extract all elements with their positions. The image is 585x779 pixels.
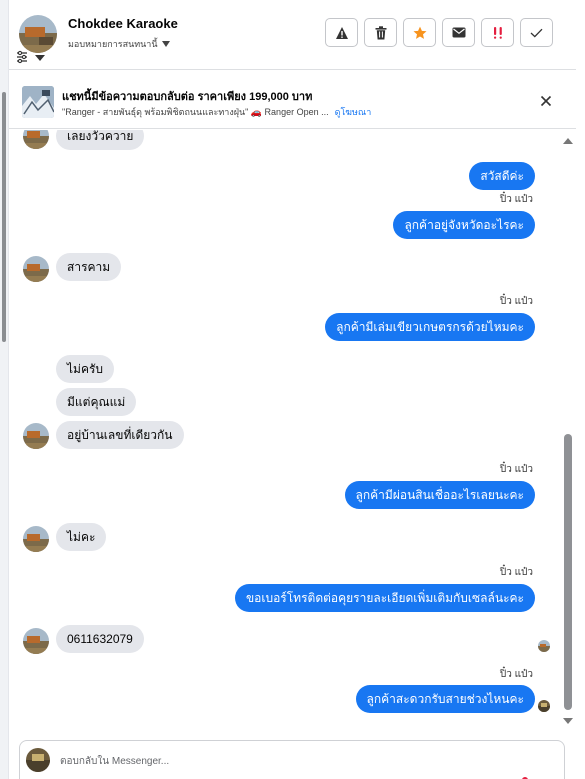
contact-avatar-small (23, 423, 49, 449)
mark-done-button[interactable] (520, 18, 553, 47)
contact-avatar-photo (19, 15, 57, 53)
contact-name: Chokdee Karaoke (68, 16, 178, 31)
conversation-header: Chokdee Karaoke มอบหมายการสนทนานี้ (9, 0, 576, 70)
report-spam-button[interactable] (325, 18, 358, 47)
contact-avatar-small (23, 256, 49, 282)
check-icon (530, 28, 543, 38)
incoming-message: อยู่บ้านเลขที่เดียวกัน (56, 421, 184, 449)
sender-name: ปิ๋ว แป๋ว (499, 296, 533, 307)
reply-input-placeholder[interactable]: ตอบกลับใน Messenger... (60, 754, 169, 769)
outgoing-message: ลูกค้าอยู่จังหวัดอะไรคะ (393, 211, 535, 239)
seen-indicator-avatar (538, 640, 550, 652)
trash-icon (375, 25, 386, 39)
incoming-message: สารคาม (56, 253, 122, 281)
ad-referral-banner: แชทนี้มีข้อความตอบกลับต่อ ราคาเพียง 199,… (9, 71, 576, 129)
ad-subtitle: "Ranger - สายพันธุ์ดุ พร้อมพิชิตถนนและทา… (62, 105, 371, 119)
outgoing-message: ลูกค้าสะดวกรับสายช่วงไหนคะ (355, 685, 535, 713)
left-scrollbar-thumb[interactable] (2, 92, 6, 342)
seen-indicator-avatar (538, 700, 550, 712)
mail-icon (452, 27, 465, 38)
contact-avatar-small (23, 628, 49, 654)
assign-label: มอบหมายการสนทนานี้ (68, 39, 158, 49)
mark-unread-button[interactable] (442, 18, 475, 47)
sender-name: ปิ๋ว แป๋ว (499, 567, 533, 578)
incoming-message: เลยงวัวควาย (56, 130, 145, 150)
warning-icon (335, 26, 348, 39)
alert-double-icon (493, 26, 502, 39)
mark-priority-button[interactable] (481, 18, 514, 47)
thread-scrollbar[interactable] (561, 130, 575, 730)
header-actions (325, 18, 553, 47)
outgoing-message: ขอเบอร์โทรติดต่อคุยรายละเอียดเพิ่มเติมกั… (234, 584, 535, 612)
page-avatar (26, 748, 50, 772)
message-thread[interactable]: เลยงวัวควาย สวัสดีค่ะ ปิ๋ว แป๋ว ลูกค้าอย… (9, 130, 561, 730)
close-icon[interactable] (539, 94, 553, 108)
scroll-down-arrow-icon[interactable] (563, 718, 573, 724)
ad-subtitle-text: "Ranger - สายพันธุ์ดุ พร้อมพิชิตถนนและทา… (62, 107, 329, 117)
assign-conversation-dropdown[interactable]: มอบหมายการสนทนานี้ (68, 37, 170, 51)
ad-title: แชทนี้มีข้อความตอบกลับต่อ ราคาเพียง 199,… (62, 91, 313, 103)
messenger-conversation-page: Chokdee Karaoke มอบหมายการสนทนานี้ แชทนี… (0, 0, 585, 779)
scroll-up-arrow-icon[interactable] (563, 138, 573, 144)
incoming-message: มีแต่คุณแม่ (56, 388, 137, 416)
incoming-message: ไม่คะ (56, 523, 107, 551)
sender-name: ปิ๋ว แป๋ว (499, 669, 533, 680)
outgoing-message: ลูกค้ามีผ่อนสินเชื่ออะไรเลยนะคะ (344, 481, 535, 509)
view-ad-link[interactable]: ดูโฆษณา (335, 107, 372, 117)
contact-avatar[interactable] (19, 15, 57, 53)
contact-avatar-small (23, 130, 49, 149)
left-panel-scrollbar[interactable] (0, 0, 8, 779)
chevron-down-icon (161, 41, 170, 47)
sender-name: ปิ๋ว แป๋ว (499, 464, 533, 475)
star-icon (413, 26, 426, 39)
star-button[interactable] (403, 18, 436, 47)
contact-avatar-small (23, 526, 49, 552)
ad-thumbnail-image (22, 86, 54, 118)
incoming-message: ไม่ครับ (56, 355, 115, 383)
delete-button[interactable] (364, 18, 397, 47)
filter-settings-icon[interactable] (15, 50, 45, 64)
incoming-message: 0611632079 (56, 625, 144, 653)
sender-name: ปิ๋ว แป๋ว (499, 194, 533, 205)
outgoing-message: สวัสดีค่ะ (469, 162, 535, 190)
reply-composer[interactable]: ตอบกลับใน Messenger... (19, 740, 565, 779)
ad-thumbnail[interactable] (22, 86, 54, 118)
scrollbar-thumb[interactable] (564, 434, 572, 710)
outgoing-message: ลูกค้ามีเล่มเขียวเกษตรกรด้วยไหมคะ (325, 313, 535, 341)
